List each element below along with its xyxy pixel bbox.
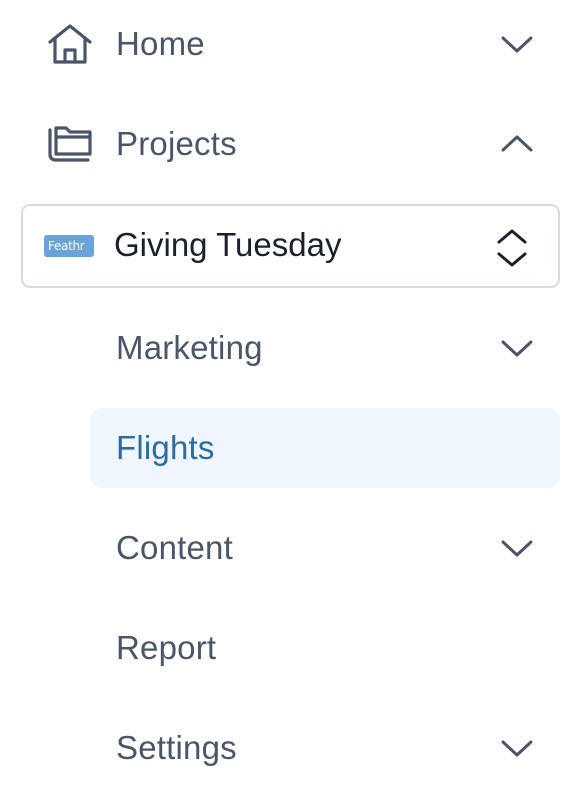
nav-item-report-label: Report [116, 629, 217, 666]
nav-item-home-label: Home [116, 25, 205, 62]
chevron-down-icon[interactable] [498, 529, 536, 567]
nav-item-home[interactable]: Home [0, 4, 582, 84]
nav-item-flights[interactable]: Flights [0, 408, 582, 488]
chevron-down-icon[interactable] [498, 329, 536, 367]
project-name: Giving Tuesday [114, 226, 342, 263]
chevron-up-down-icon [493, 228, 531, 268]
sidebar-nav: Home Projects Feathr Giving Tuesday Mark… [0, 0, 582, 804]
nav-item-settings[interactable]: Settings [0, 708, 582, 788]
nav-item-content-label: Content [116, 529, 233, 566]
nav-item-marketing-label: Marketing [116, 329, 263, 366]
folders-icon [46, 120, 94, 168]
nav-item-projects-label: Projects [116, 125, 237, 162]
nav-item-flights-label: Flights [116, 429, 215, 466]
nav-item-content[interactable]: Content [0, 508, 582, 588]
chevron-down-icon[interactable] [498, 729, 536, 767]
project-logo-text: Feathr [48, 239, 85, 253]
home-icon [46, 20, 94, 68]
nav-item-report[interactable]: Report [0, 608, 582, 688]
chevron-down-icon[interactable] [498, 25, 536, 63]
nav-item-marketing[interactable]: Marketing [0, 308, 582, 388]
project-selector[interactable]: Feathr Giving Tuesday [21, 204, 560, 288]
nav-item-settings-label: Settings [116, 729, 237, 766]
project-logo: Feathr [44, 235, 94, 257]
chevron-up-icon[interactable] [498, 125, 536, 163]
nav-item-projects[interactable]: Projects [0, 104, 582, 184]
